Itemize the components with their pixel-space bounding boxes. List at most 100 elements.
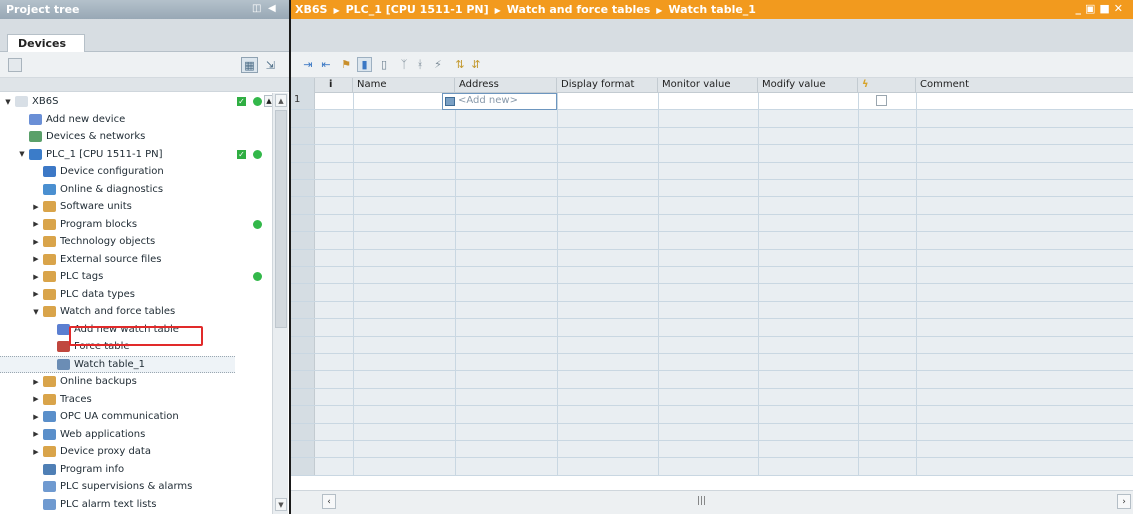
address-picker-icon[interactable] (445, 97, 455, 106)
table-row[interactable] (291, 284, 1133, 302)
row-header[interactable] (291, 267, 315, 284)
table-row[interactable] (291, 371, 1133, 389)
row-header[interactable] (291, 232, 315, 249)
collapse-arrow-icon[interactable]: ▼ (4, 98, 12, 106)
header-address[interactable]: Address (455, 78, 557, 93)
tab-devices[interactable]: Devices (7, 34, 85, 53)
header-display-format[interactable]: Display format (557, 78, 658, 93)
row-header[interactable] (291, 284, 315, 301)
tree-item[interactable]: Online & diagnostics (0, 181, 272, 199)
tree-item[interactable]: ▶ Program blocks (0, 216, 272, 234)
expand-arrow-icon[interactable]: ▶ (32, 395, 40, 403)
table-row[interactable] (291, 110, 1133, 128)
scroll-down-icon[interactable]: ▼ (275, 498, 287, 511)
row-header[interactable] (291, 354, 315, 371)
table-row[interactable] (291, 162, 1133, 180)
scroll-thumb[interactable] (275, 110, 287, 328)
tree-scrollbar[interactable]: ▲ ▼ (272, 93, 288, 514)
restore-icon[interactable]: ▣ (1085, 2, 1099, 15)
table-row[interactable]: 1 <Add new> (291, 93, 1133, 111)
expand-arrow-icon[interactable]: ▶ (32, 430, 40, 438)
row-header[interactable] (291, 406, 315, 423)
expand-arrow-icon[interactable]: ▶ (32, 448, 40, 456)
header-monitor-value[interactable]: Monitor value (658, 78, 758, 93)
close-icon[interactable]: ✕ (1114, 2, 1127, 15)
collapse-arrow-icon[interactable]: ▼ (32, 308, 40, 316)
table-row[interactable] (291, 354, 1133, 372)
scroll-right-icon[interactable]: › (1117, 494, 1131, 509)
row-header[interactable] (291, 301, 315, 319)
expand-columns-icon[interactable]: ⇅ (453, 57, 467, 72)
table-row[interactable] (291, 267, 1133, 285)
table-row[interactable] (291, 406, 1133, 424)
table-row[interactable] (291, 423, 1133, 441)
row-header[interactable] (291, 423, 315, 440)
insert-row-icon[interactable]: ⇥ (301, 57, 315, 72)
tree-item[interactable]: ▶ Software units (0, 198, 272, 216)
stop-force-icon[interactable]: ⚡ (431, 57, 445, 72)
row-header[interactable] (291, 145, 315, 162)
row-header[interactable] (291, 180, 315, 197)
row-header[interactable] (291, 110, 315, 127)
tree-item[interactable]: ▶ Online backups (0, 373, 272, 391)
expand-arrow-icon[interactable]: ▶ (32, 255, 40, 263)
scroll-up-icon[interactable]: ▲ (275, 94, 287, 107)
table-row[interactable] (291, 458, 1133, 476)
scroll-grip-icon[interactable]: ||| (697, 496, 706, 506)
tree-item[interactable]: Watch table_1 (0, 355, 235, 373)
tree-item[interactable]: ▶ Technology objects (0, 233, 272, 251)
row-header[interactable] (291, 371, 315, 388)
tree-item[interactable]: ▶ Web applications (0, 426, 272, 444)
force-icon[interactable]: ᚼ (413, 57, 427, 72)
table-row[interactable] (291, 319, 1133, 337)
tree-item[interactable]: Program info (0, 461, 272, 479)
expand-arrow-icon[interactable]: ▶ (32, 238, 40, 246)
row-header[interactable] (291, 249, 315, 266)
expand-arrow-icon[interactable]: ▶ (32, 290, 40, 298)
breadcrumb-project[interactable]: XB6S (295, 3, 327, 16)
header-comment[interactable]: Comment (916, 78, 1133, 93)
tree-item[interactable]: ▶ External source files (0, 251, 272, 269)
row-header[interactable] (291, 127, 315, 145)
row-header[interactable] (291, 441, 315, 458)
row-header[interactable] (291, 197, 315, 214)
grid-icon[interactable] (8, 58, 22, 72)
tree-item[interactable]: ▶ Traces (0, 391, 272, 409)
row-header[interactable] (291, 458, 315, 475)
tree-item[interactable]: ▼ Watch and force tables (0, 303, 272, 321)
tree-item[interactable]: ▶ OPC UA communication (0, 408, 272, 426)
expand-arrow-icon[interactable]: ▶ (32, 378, 40, 386)
expand-arrow-icon[interactable]: ▶ (32, 220, 40, 228)
expand-arrow-icon[interactable]: ▶ (32, 203, 40, 211)
split-view-icon[interactable]: ◫ (252, 3, 261, 14)
collapse-columns-icon[interactable]: ⇵ (469, 57, 483, 72)
tree-item[interactable]: ▶ Device proxy data (0, 443, 272, 461)
add-new-address-input[interactable]: <Add new> (442, 93, 557, 110)
header-modify-value[interactable]: Modify value (758, 78, 858, 93)
minimize-icon[interactable]: _ (1075, 2, 1085, 15)
horizontal-scrollbar[interactable]: ‹ ||| › (291, 490, 1133, 514)
tree-item[interactable]: Device configuration (0, 163, 272, 181)
table-row[interactable] (291, 336, 1133, 354)
tree-item[interactable]: ▼ XB6S ✓ ▲ (0, 93, 274, 111)
row-header[interactable] (291, 162, 315, 179)
header-name[interactable]: Name (353, 78, 455, 93)
breadcrumb-table[interactable]: Watch table_1 (668, 3, 756, 16)
tree-item[interactable]: ▶ PLC data types (0, 286, 272, 304)
monitor-all-icon[interactable]: ▮ (357, 57, 372, 72)
tree-item[interactable]: Add new device (0, 111, 272, 129)
table-row[interactable] (291, 249, 1133, 267)
row-header[interactable] (291, 388, 315, 406)
table-row[interactable] (291, 301, 1133, 320)
tree-item[interactable]: ▼ PLC_1 [CPU 1511-1 PN] ✓ (0, 146, 272, 164)
tree-item[interactable]: Devices & networks (0, 128, 272, 146)
tree-item[interactable]: PLC alarm text lists (0, 496, 272, 514)
table-row[interactable] (291, 145, 1133, 163)
table-row[interactable] (291, 197, 1133, 215)
modify-now-icon[interactable]: ⚑ (339, 57, 353, 72)
table-row[interactable] (291, 441, 1133, 459)
breadcrumb-plc[interactable]: PLC_1 [CPU 1511-1 PN] (346, 3, 489, 16)
row-header[interactable] (291, 319, 315, 336)
expand-arrow-icon[interactable]: ▶ (32, 273, 40, 281)
monitor-once-icon[interactable]: ▯ (377, 57, 391, 72)
